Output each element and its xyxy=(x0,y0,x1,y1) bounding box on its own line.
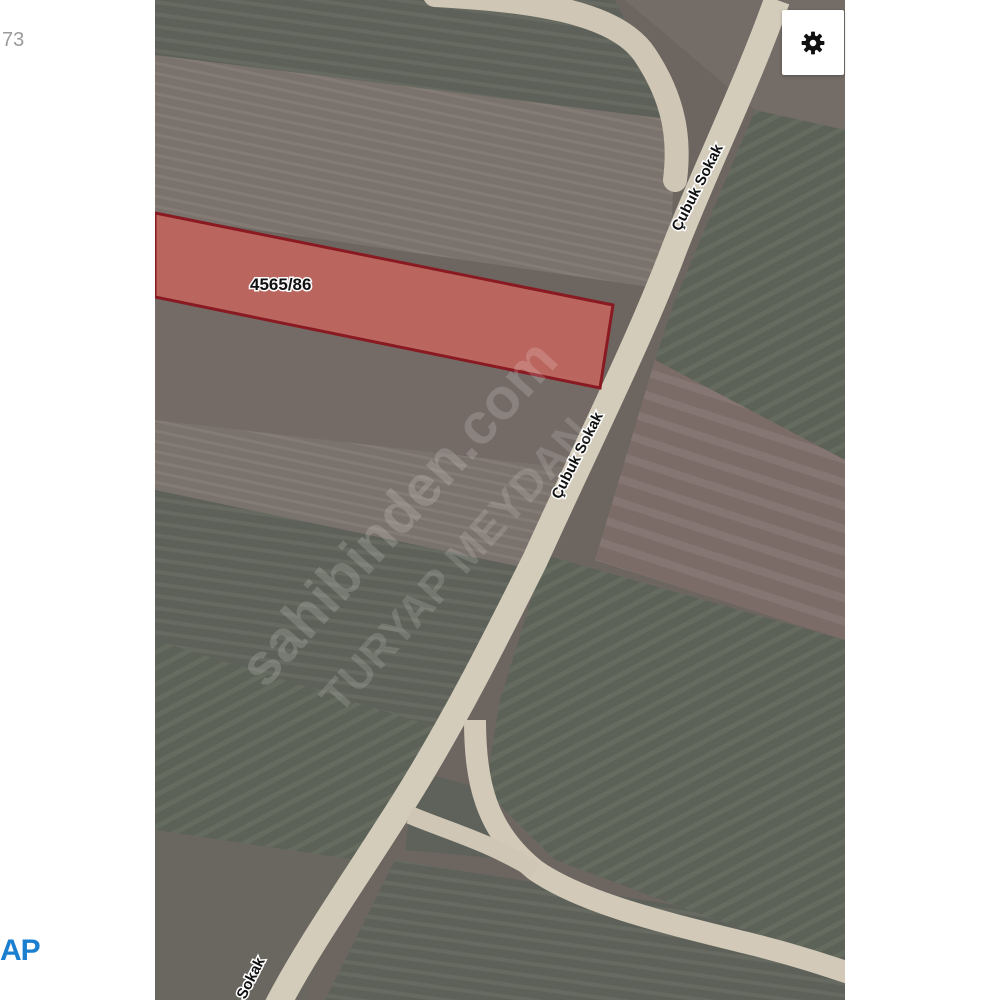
right-panel xyxy=(845,0,1000,1000)
map-view[interactable]: 4565/86 Çubuk Sokak Çubuk Sokak Sokak sa… xyxy=(155,0,845,1000)
brand-logo: AP xyxy=(0,934,41,967)
left-panel: 73 AP xyxy=(0,0,155,1000)
settings-button[interactable] xyxy=(782,10,844,75)
gear-icon xyxy=(801,31,825,54)
parcel-label: 4565/86 xyxy=(250,275,311,294)
corner-number: 73 xyxy=(2,29,25,51)
satellite-map: 4565/86 Çubuk Sokak Çubuk Sokak Sokak sa… xyxy=(155,0,845,1000)
